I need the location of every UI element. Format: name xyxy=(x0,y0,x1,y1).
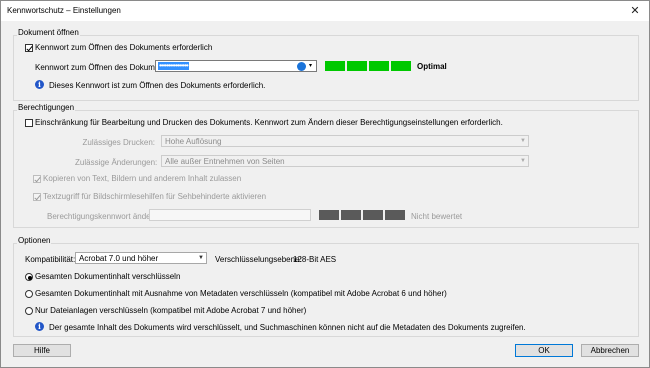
ok-button[interactable]: OK xyxy=(515,344,573,357)
permission-password-input[interactable] xyxy=(149,209,311,221)
change-permission-password-label: Berechtigungskennwort ändern: xyxy=(47,212,160,221)
radio-encrypt-attachments-label: Nur Dateianlagen verschlüsseln (kompatib… xyxy=(35,306,307,315)
strength-segment xyxy=(325,61,345,71)
changes-allowed-label: Zulässige Änderungen: xyxy=(75,158,158,167)
strength-segment xyxy=(369,61,389,71)
require-password-label: Kennwort zum Öffnen des Dokuments erford… xyxy=(35,43,213,52)
cancel-button[interactable]: Abbrechen xyxy=(581,344,639,357)
options-info-text: Der gesamte Inhalt des Dokuments wird ve… xyxy=(49,323,526,332)
close-icon[interactable]: ✕ xyxy=(627,3,643,19)
chevron-down-icon: ▼ xyxy=(520,158,526,164)
radio-encrypt-except-metadata-label: Gesamten Dokumentinhalt mit Ausnahme von… xyxy=(35,289,447,298)
allow-copy-label: Kopieren von Text, Bildern und anderem I… xyxy=(43,174,242,183)
open-doc-info-text: Dieses Kennwort ist zum Öffnen des Dokum… xyxy=(49,81,266,90)
strength-segment xyxy=(341,210,361,220)
print-allowed-label: Zulässiges Drucken: xyxy=(82,138,155,147)
encryption-level-value: 128-Bit AES xyxy=(293,255,337,264)
info-icon: i xyxy=(35,322,44,331)
require-password-checkbox[interactable] xyxy=(25,44,33,52)
changes-allowed-value: Alle außer Entnehmen von Seiten xyxy=(165,157,285,166)
password-label: Kennwort zum Öffnen des Dokuments: xyxy=(35,63,173,72)
password-value: •••••••••••••••• xyxy=(158,61,189,70)
chevron-down-icon[interactable]: ▾ xyxy=(309,62,312,69)
compatibility-value: Acrobat 7.0 und höher xyxy=(79,254,159,263)
dialog-window: Kennwortschutz – Einstellungen ✕ Dokumen… xyxy=(0,0,650,368)
screenreader-label: Textzugriff für Bildschirmlesehilfen für… xyxy=(43,192,267,201)
chevron-down-icon: ▼ xyxy=(520,138,526,144)
print-allowed-value: Hohe Auflösung xyxy=(165,137,222,146)
screenreader-checkbox[interactable] xyxy=(33,193,41,201)
strength-segment xyxy=(385,210,405,220)
strength-segment xyxy=(319,210,339,220)
encryption-level-label: Verschlüsselungsebene: xyxy=(215,255,302,264)
strength-segment xyxy=(391,61,411,71)
radio-encrypt-all[interactable] xyxy=(25,273,33,281)
title-bar: Kennwortschutz – Einstellungen ✕ xyxy=(1,1,649,21)
open-password-input[interactable]: •••••••••••••••• ▾ xyxy=(155,60,317,72)
radio-encrypt-attachments[interactable] xyxy=(25,307,33,315)
radio-encrypt-all-label: Gesamten Dokumentinhalt verschlüsseln xyxy=(35,272,181,281)
permission-strength-label: Nicht bewertet xyxy=(411,212,463,221)
key-icon[interactable] xyxy=(297,62,306,71)
changes-allowed-select[interactable]: Alle außer Entnehmen von Seiten ▼ xyxy=(161,155,529,167)
options-group-label: Optionen xyxy=(17,236,52,245)
strength-segment xyxy=(363,210,383,220)
allow-copy-checkbox[interactable] xyxy=(33,175,41,183)
print-allowed-select[interactable]: Hohe Auflösung ▼ xyxy=(161,135,529,147)
restrict-editing-checkbox[interactable] xyxy=(25,119,33,127)
window-title: Kennwortschutz – Einstellungen xyxy=(7,6,121,15)
radio-encrypt-except-metadata[interactable] xyxy=(25,290,33,298)
open-document-group-label: Dokument öffnen xyxy=(17,28,80,37)
chevron-down-icon: ▼ xyxy=(198,255,204,261)
strength-label: Optimal xyxy=(417,62,447,71)
strength-segment xyxy=(347,61,367,71)
info-icon: i xyxy=(35,80,44,89)
permissions-group-label: Berechtigungen xyxy=(17,103,76,112)
restrict-editing-label: Einschränkung für Bearbeitung und Drucke… xyxy=(35,118,503,127)
compatibility-select[interactable]: Acrobat 7.0 und höher ▼ xyxy=(75,252,207,264)
help-button[interactable]: Hilfe xyxy=(13,344,71,357)
compatibility-label: Kompatibilität: xyxy=(25,255,76,264)
